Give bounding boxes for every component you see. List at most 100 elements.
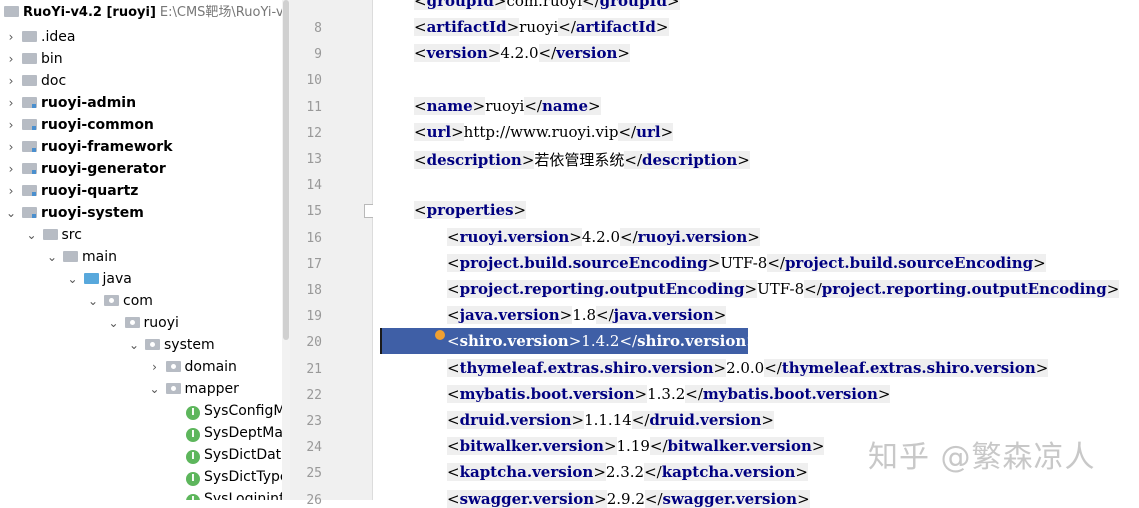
close-tag: </bitwalker.version>	[649, 437, 825, 456]
open-tag: <shiro.version>	[447, 332, 582, 351]
tag-value: 1.3.2	[647, 384, 686, 403]
tag-value: 1.8	[572, 306, 597, 325]
chevron-down-icon[interactable]: ⌄	[66, 268, 80, 290]
line-number: 22	[306, 387, 322, 403]
interface-icon: I	[186, 450, 200, 464]
chevron-down-icon[interactable]: ⌄	[45, 246, 59, 268]
interface-icon: I	[186, 428, 200, 442]
tag-value: 2.0.0	[726, 358, 765, 377]
tree-item-label: com	[123, 293, 153, 309]
chevron-down-icon[interactable]: ⌄	[148, 378, 162, 400]
close-tag: </druid.version>	[631, 411, 774, 429]
tree-item-label: SysDictTypeM	[204, 469, 282, 485]
tree-item[interactable]: I SysConfigMa	[168, 400, 282, 422]
code-line: <swagger.version>2.9.2</swagger.version>	[447, 489, 810, 508]
module-folder-icon	[22, 97, 37, 108]
close-tag: </groupId>	[582, 0, 680, 10]
close-tag: </swagger.version>	[644, 489, 810, 508]
close-tag: </artifactId>	[558, 18, 669, 36]
open-tag: <ruoyi.version>	[447, 227, 582, 246]
code-line: <project.reporting.outputEncoding>UTF-8<…	[447, 280, 1120, 298]
interface-icon: I	[186, 494, 200, 500]
project-root-header[interactable]: RuoYi-v4.2 [ruoyi]E:\CMS靶场\RuoYi-v4.2	[0, 0, 282, 26]
tree-item[interactable]: ⌄ ruoyi-system	[4, 202, 144, 224]
tree-item[interactable]: › .idea	[4, 26, 76, 48]
tree-item[interactable]: ⌄ ruoyi	[107, 312, 178, 334]
chevron-right-icon[interactable]: ›	[4, 180, 18, 202]
chevron-right-icon[interactable]: ›	[4, 70, 18, 92]
tree-item[interactable]: › ruoyi-admin	[4, 92, 136, 114]
line-number: 25	[306, 466, 322, 482]
close-tag: </description>	[624, 151, 750, 169]
chevron-right-icon[interactable]: ›	[148, 356, 162, 378]
line-number: 21	[306, 361, 322, 377]
line-number: 15	[306, 204, 322, 220]
close-tag: </url>	[618, 122, 674, 141]
module-folder-icon	[22, 185, 37, 196]
tree-item[interactable]: I SysDictDataM	[168, 444, 282, 466]
chevron-right-icon[interactable]: ›	[4, 136, 18, 158]
tree-item[interactable]: › domain	[148, 356, 237, 378]
chevron-down-icon[interactable]: ⌄	[86, 290, 100, 312]
chevron-down-icon[interactable]: ⌄	[127, 334, 141, 356]
tree-item-label: doc	[41, 73, 67, 89]
chevron-down-icon[interactable]: ⌄	[4, 202, 18, 224]
code-line: <ruoyi.version>4.2.0</ruoyi.version>	[447, 227, 760, 246]
module-folder-icon	[22, 207, 37, 218]
tree-item[interactable]: › doc	[4, 70, 67, 92]
module-folder-icon	[22, 163, 37, 174]
tree-item[interactable]: I SysDeptMap	[168, 422, 282, 444]
tree-item[interactable]: I SysDictTypeM	[168, 466, 282, 488]
tag-value: 若依管理系统	[534, 151, 625, 169]
tree-item[interactable]: ⌄ src	[25, 224, 82, 246]
tree-item-label: src	[61, 227, 82, 243]
tree-item[interactable]: ⌄ main	[45, 246, 117, 268]
tag-value: UTF-8	[757, 280, 805, 298]
close-tag: </project.build.sourceEncoding>	[767, 253, 1046, 272]
close-tag: </mybatis.boot.version>	[685, 384, 891, 403]
chevron-right-icon[interactable]: ›	[4, 114, 18, 136]
close-tag: </thymeleaf.extras.shiro.version>	[764, 358, 1049, 377]
chevron-down-icon[interactable]: ⌄	[25, 224, 39, 246]
tree-item[interactable]: › ruoyi-generator	[4, 158, 166, 180]
close-tag: </shiro.version>	[619, 332, 759, 351]
tree-item[interactable]: › ruoyi-framework	[4, 136, 173, 158]
close-tag: </kaptcha.version>	[644, 463, 808, 482]
open-tag: <thymeleaf.extras.shiro.version>	[447, 358, 727, 377]
tree-item[interactable]: I SysLogininfo	[168, 488, 282, 500]
tree-item-label: java	[102, 271, 132, 287]
folder-blue-icon	[83, 273, 99, 284]
folder-gray-icon	[22, 53, 37, 64]
folder-gray-icon	[63, 251, 78, 262]
chevron-right-icon[interactable]: ›	[4, 48, 18, 70]
intention-bulb-icon[interactable]	[435, 330, 445, 340]
line-number: 24	[306, 440, 322, 456]
tree-item[interactable]: ⌄ mapper	[148, 378, 239, 400]
tree-item[interactable]: ⌄ java	[66, 268, 132, 290]
line-number: 23	[306, 414, 322, 429]
tree-item[interactable]: › ruoyi-quartz	[4, 180, 139, 202]
chevron-right-icon[interactable]: ›	[4, 158, 18, 180]
code-line: <druid.version>1.1.14</druid.version>	[447, 411, 774, 429]
open-tag: <artifactId>	[414, 18, 520, 36]
open-tag: <swagger.version>	[447, 489, 607, 508]
tree-item[interactable]: ⌄ system	[127, 334, 215, 356]
chevron-right-icon[interactable]: ›	[4, 26, 18, 48]
code-line: <bitwalker.version>1.19</bitwalker.versi…	[447, 437, 825, 456]
open-tag: <kaptcha.version>	[447, 463, 606, 482]
code-line: <version>4.2.0</version>	[414, 44, 630, 63]
sidebar-scrollbar-thumb[interactable]	[283, 0, 289, 340]
tree-item[interactable]: › ruoyi-common	[4, 114, 154, 136]
tree-item-label: ruoyi-framework	[41, 139, 173, 155]
code-line: <java.version>1.8</java.version>	[447, 306, 727, 325]
code-line: <description>若依管理系统</description>	[414, 149, 750, 170]
chevron-down-icon[interactable]: ⌄	[107, 312, 121, 334]
module-folder-icon	[22, 119, 37, 130]
chevron-right-icon[interactable]: ›	[4, 92, 18, 114]
tree-item-label: SysLogininfo	[204, 491, 282, 500]
package-folder-icon	[145, 339, 160, 350]
tree-item[interactable]: ⌄ com	[86, 290, 153, 312]
tree-item-label: mapper	[184, 381, 239, 397]
code-line: <url>http://www.ruoyi.vip</url>	[414, 122, 674, 141]
tree-item[interactable]: › bin	[4, 48, 63, 70]
